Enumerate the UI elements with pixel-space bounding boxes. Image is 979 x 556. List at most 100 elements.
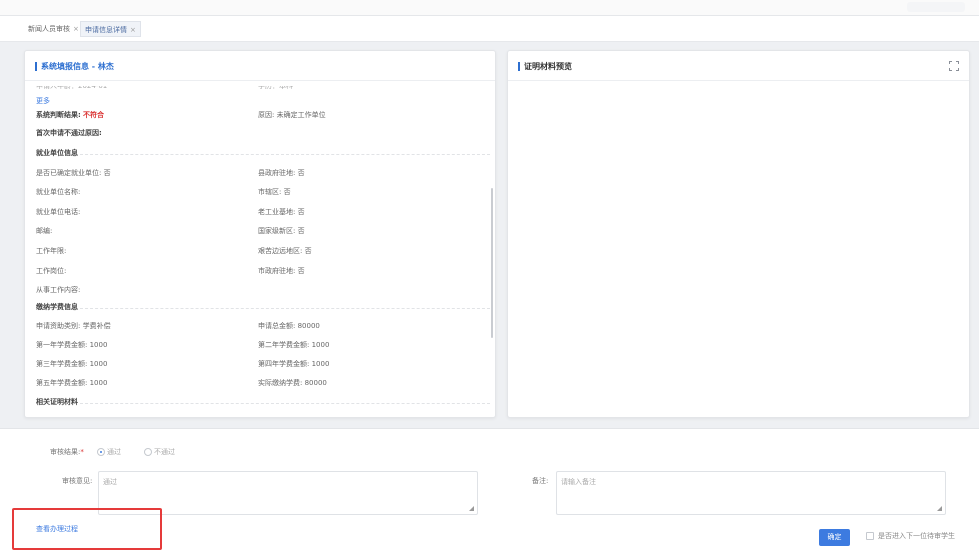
tab-application-detail[interactable]: 申请信息详情 × [80,21,141,37]
section-employment: 就业单位信息 [36,149,490,158]
field-label: 从事工作内容: [36,286,81,294]
section-divider [80,154,490,155]
field-value: 1000 [311,341,330,349]
field-label: 工作年限: [36,247,67,255]
section-title: 就业单位信息 [36,149,78,157]
field-value: 80000 [304,379,327,387]
field-work-content: 从事工作内容: [36,286,80,295]
section-title: 相关证明材料 [36,398,78,406]
field-label: 申请总金额: [258,322,296,330]
section-materials: 相关证明材料 [36,398,490,407]
field-unit-phone: 就业单位电话: [36,208,80,217]
remark-textarea[interactable]: 请输入备注 [556,471,946,515]
field-label: 第一年学费金额: [36,341,88,349]
field-label: 实际缴纳学费: [258,379,303,387]
field-position: 工作岗位: [36,267,66,276]
field-city-district: 市辖区: 否 [258,188,291,197]
field-value: 否 [297,227,305,235]
reason-value: 未确定工作单位 [276,111,326,119]
review-result-label: 审核结果:* [50,448,84,457]
field-label: 就业单位电话: [36,208,81,216]
field-postcode: 邮编: [36,227,52,236]
field-year5-tuition: 第五年学费金额: 1000 [36,379,107,388]
radio-fail[interactable] [144,448,152,456]
material-preview-panel: 证明材料预览 [507,50,970,418]
panel-title: 证明材料预览 [518,62,572,71]
field-label: 第三年学费金额: [36,360,88,368]
field-poor-region: 艰苦边远地区: 否 [258,247,312,256]
label-text: 审核结果: [50,448,81,456]
scrollbar[interactable] [491,188,493,338]
field-label: 第二年学费金额: [258,341,310,349]
field-label: 第四年学费金额: [258,360,310,368]
close-icon[interactable]: × [73,25,79,33]
tab-bar: 新闻人员审核 × 申请信息详情 × [0,16,979,42]
field-work-years: 工作年限: [36,247,66,256]
next-student-label[interactable]: 是否进入下一位待审学生 [878,532,955,541]
panel-title: 系统填报信息 - 林杰 [35,62,114,71]
tab-staff-review[interactable]: 新闻人员审核 × [24,21,83,37]
radio-pass[interactable] [97,448,105,456]
radio-pass-label[interactable]: 通过 [107,448,121,457]
section-divider [80,403,490,404]
field-label: 第五年学费金额: [36,379,88,387]
top-bar [0,0,979,16]
placeholder-text: 请输入备注 [561,478,596,486]
field-value: 否 [297,267,305,275]
expand-icon[interactable] [949,61,959,71]
section-divider [80,308,490,309]
field-total-amount: 申请总金额: 80000 [258,322,320,331]
field-year3-tuition: 第三年学费金额: 1000 [36,360,107,369]
field-unit-name: 就业单位名称: [36,188,80,197]
confirm-button[interactable]: 确定 [819,529,850,546]
field-county-gov: 县政府驻地: 否 [258,169,305,178]
field-value: 80000 [297,322,320,330]
panel-header: 证明材料预览 [508,51,969,81]
field-value: 1000 [311,360,330,368]
field-label: 工作岗位: [36,267,67,275]
field-old-industrial: 老工业基地: 否 [258,208,305,217]
tab-label: 新闻人员审核 [28,25,70,33]
field-year2-tuition: 第二年学费金额: 1000 [258,341,329,350]
next-student-checkbox[interactable] [866,532,874,540]
system-result-label: 系统判断结果: [36,111,81,119]
resize-handle-icon[interactable] [937,506,942,511]
view-process-link[interactable]: 查看办理过程 [36,525,78,534]
field-value: 否 [103,169,111,177]
field-value: 学费补偿 [82,322,111,330]
field-label: 申请资助类别: [36,322,81,330]
field-value: 否 [304,247,312,255]
field-city-gov: 市政府驻地: 否 [258,267,305,276]
reason: 原因: 未确定工作单位 [258,111,326,120]
field-paid-tuition: 实际缴纳学费: 80000 [258,379,327,388]
close-icon[interactable]: × [130,26,136,34]
placeholder-text: 通过 [103,478,117,486]
field-year4-tuition: 第四年学费金额: 1000 [258,360,329,369]
field-value: 1000 [89,379,108,387]
field-value: 否 [297,169,305,177]
system-result-value: 不符合 [83,111,105,119]
reason-label: 原因: [258,111,275,119]
tab-label: 申请信息详情 [85,26,127,34]
required-mark: * [80,448,84,456]
top-bar-decoration [907,2,965,12]
first-fail-reason: 首次申请不通过原因: [36,129,102,137]
field-label: 老工业基地: [258,208,296,216]
field-label: 邮编: [36,227,53,235]
field-value: 1000 [89,341,108,349]
field-label: 市政府驻地: [258,267,296,275]
more-link[interactable]: 更多 [36,97,50,106]
section-title: 缴纳学费信息 [36,303,78,311]
panel-header: 系统填报信息 - 林杰 [25,51,495,81]
field-value: 1000 [89,360,108,368]
field-value: 否 [283,188,291,196]
review-opinion-label: 审核意见: [62,477,93,485]
field-label: 艰苦边远地区: [258,247,303,255]
system-result: 系统判断结果: 不符合 [36,111,104,120]
highlight-box [12,508,162,550]
field-label: 县政府驻地: [258,169,296,177]
radio-fail-label[interactable]: 不通过 [154,448,175,457]
field-national-new-area: 国家级新区: 否 [258,227,305,236]
resize-handle-icon[interactable] [469,506,474,511]
field-label: 国家级新区: [258,227,296,235]
